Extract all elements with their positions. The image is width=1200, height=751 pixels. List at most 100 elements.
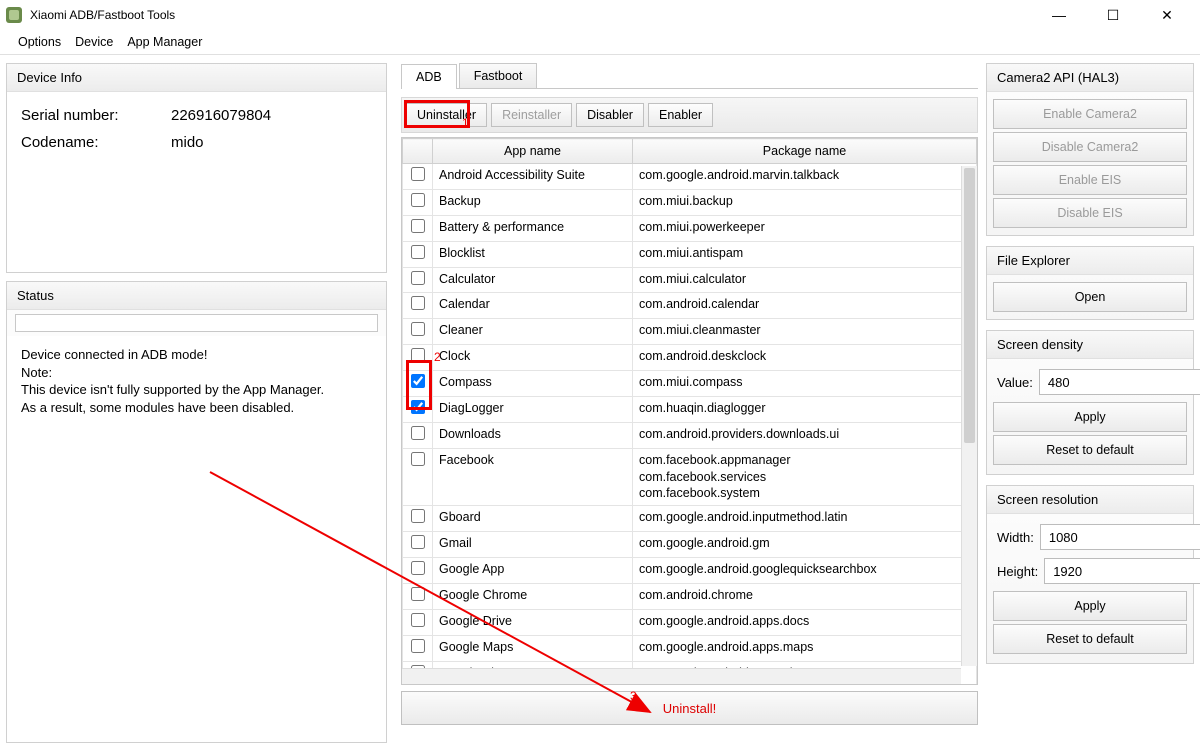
vertical-scrollbar[interactable]	[961, 166, 977, 666]
subtab-enabler[interactable]: Enabler	[648, 103, 713, 127]
table-row[interactable]: Battery & performancecom.miui.powerkeepe…	[403, 215, 977, 241]
row-checkbox-cell[interactable]	[403, 319, 433, 345]
row-checkbox-cell[interactable]	[403, 241, 433, 267]
row-pkgname: com.google.android.inputmethod.latin	[633, 506, 977, 532]
row-pkgname: com.miui.powerkeeper	[633, 215, 977, 241]
table-row[interactable]: Downloadscom.android.providers.downloads…	[403, 422, 977, 448]
status-title: Status	[7, 282, 386, 310]
row-checkbox-cell[interactable]	[403, 267, 433, 293]
close-button[interactable]: ✕	[1152, 7, 1182, 24]
row-checkbox-cell[interactable]	[403, 215, 433, 241]
row-checkbox-cell[interactable]	[403, 345, 433, 371]
table-row[interactable]: Compasscom.miui.compass	[403, 371, 977, 397]
annotation-num-2: 2	[434, 350, 441, 364]
density-apply-button[interactable]: Apply	[993, 402, 1187, 432]
row-checkbox[interactable]	[411, 535, 425, 549]
table-row[interactable]: Blocklistcom.miui.antispam	[403, 241, 977, 267]
horizontal-scrollbar[interactable]	[402, 668, 961, 684]
uninstall-button[interactable]: Uninstall!	[401, 691, 978, 725]
row-checkbox[interactable]	[411, 271, 425, 285]
row-checkbox[interactable]	[411, 167, 425, 181]
enable-eis-button[interactable]: Enable EIS	[993, 165, 1187, 195]
row-checkbox[interactable]	[411, 193, 425, 207]
table-row[interactable]: Clockcom.android.deskclock	[403, 345, 977, 371]
row-checkbox[interactable]	[411, 219, 425, 233]
row-pkgname: com.google.android.googlequicksearchbox	[633, 558, 977, 584]
row-pkgname: com.miui.compass	[633, 371, 977, 397]
resolution-reset-button[interactable]: Reset to default	[993, 624, 1187, 654]
row-checkbox[interactable]	[411, 374, 425, 388]
table-row[interactable]: Calculatorcom.miui.calculator	[403, 267, 977, 293]
table-row[interactable]: Backupcom.miui.backup	[403, 189, 977, 215]
minimize-button[interactable]: —	[1044, 7, 1074, 24]
row-checkbox-cell[interactable]	[403, 609, 433, 635]
row-checkbox[interactable]	[411, 426, 425, 440]
table-row[interactable]: Google Mapscom.google.android.apps.maps	[403, 635, 977, 661]
subtab-disabler[interactable]: Disabler	[576, 103, 644, 127]
row-pkgname: com.google.android.apps.maps	[633, 635, 977, 661]
row-checkbox-cell[interactable]	[403, 635, 433, 661]
col-pkgname[interactable]: Package name	[633, 139, 977, 164]
table-row[interactable]: Google Chromecom.android.chrome	[403, 583, 977, 609]
row-checkbox-cell[interactable]	[403, 189, 433, 215]
status-panel: Status Device connected in ADB mode! Not…	[6, 281, 387, 743]
row-checkbox-cell[interactable]	[403, 371, 433, 397]
table-row[interactable]: Google Drivecom.google.android.apps.docs	[403, 609, 977, 635]
tab-fastboot[interactable]: Fastboot	[459, 63, 538, 88]
row-checkbox-cell[interactable]	[403, 293, 433, 319]
row-checkbox-cell[interactable]	[403, 532, 433, 558]
device-info-title: Device Info	[7, 64, 386, 92]
table-row[interactable]: Calendarcom.android.calendar	[403, 293, 977, 319]
row-checkbox-cell[interactable]	[403, 396, 433, 422]
row-checkbox[interactable]	[411, 452, 425, 466]
disable-eis-button[interactable]: Disable EIS	[993, 198, 1187, 228]
enable-camera2-button[interactable]: Enable Camera2	[993, 99, 1187, 129]
row-checkbox[interactable]	[411, 322, 425, 336]
menu-device[interactable]: Device	[75, 35, 113, 49]
row-appname: Calculator	[433, 267, 633, 293]
row-checkbox[interactable]	[411, 296, 425, 310]
density-value-input[interactable]	[1039, 369, 1200, 395]
row-checkbox[interactable]	[411, 613, 425, 627]
row-appname: Calendar	[433, 293, 633, 319]
resolution-apply-button[interactable]: Apply	[993, 591, 1187, 621]
row-checkbox-cell[interactable]	[403, 448, 433, 506]
subtab-uninstaller[interactable]: Uninstaller	[406, 103, 487, 127]
table-row[interactable]: DiagLoggercom.huaqin.diaglogger	[403, 396, 977, 422]
row-checkbox[interactable]	[411, 348, 425, 362]
menu-appmgr[interactable]: App Manager	[127, 35, 202, 49]
table-row[interactable]: Google Appcom.google.android.googlequick…	[403, 558, 977, 584]
resolution-height-input[interactable]	[1044, 558, 1200, 584]
tab-adb[interactable]: ADB	[401, 64, 457, 89]
table-row[interactable]: Android Accessibility Suitecom.google.an…	[403, 164, 977, 190]
resolution-width-input[interactable]	[1040, 524, 1200, 550]
menu-options[interactable]: Options	[18, 35, 61, 49]
row-checkbox[interactable]	[411, 400, 425, 414]
row-checkbox-cell[interactable]	[403, 558, 433, 584]
row-checkbox[interactable]	[411, 561, 425, 575]
row-checkbox[interactable]	[411, 245, 425, 259]
row-checkbox-cell[interactable]	[403, 506, 433, 532]
row-checkbox-cell[interactable]	[403, 422, 433, 448]
row-pkgname: com.miui.calculator	[633, 267, 977, 293]
row-checkbox[interactable]	[411, 509, 425, 523]
row-checkbox[interactable]	[411, 587, 425, 601]
col-check[interactable]	[403, 139, 433, 164]
table-row[interactable]: Gmailcom.google.android.gm	[403, 532, 977, 558]
table-row[interactable]: Gboardcom.google.android.inputmethod.lat…	[403, 506, 977, 532]
col-appname[interactable]: App name	[433, 139, 633, 164]
resolution-height-label: Height:	[997, 564, 1038, 579]
row-appname: Facebook	[433, 448, 633, 506]
row-checkbox[interactable]	[411, 639, 425, 653]
disable-camera2-button[interactable]: Disable Camera2	[993, 132, 1187, 162]
subtab-reinstaller[interactable]: Reinstaller	[491, 103, 572, 127]
row-checkbox-cell[interactable]	[403, 583, 433, 609]
density-reset-button[interactable]: Reset to default	[993, 435, 1187, 465]
table-row[interactable]: Facebookcom.facebook.appmanager com.face…	[403, 448, 977, 506]
row-appname: Clock	[433, 345, 633, 371]
table-row[interactable]: Cleanercom.miui.cleanmaster	[403, 319, 977, 345]
maximize-button[interactable]: ☐	[1098, 7, 1128, 24]
serial-value: 226916079804	[171, 102, 271, 129]
row-checkbox-cell[interactable]	[403, 164, 433, 190]
open-file-explorer-button[interactable]: Open	[993, 282, 1187, 312]
